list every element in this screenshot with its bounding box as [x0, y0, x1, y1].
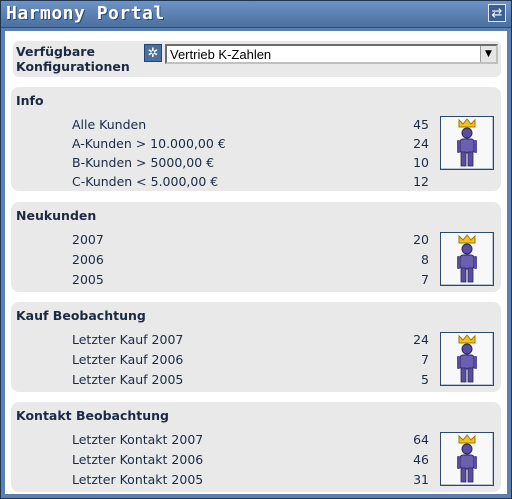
content-area: Verfügbare Konfigurationen ✲ Vertrieb K-… — [5, 31, 507, 494]
configuration-bar: Verfügbare Konfigurationen ✲ Vertrieb K-… — [13, 41, 501, 77]
list-item: Letzter Kauf 2007 24 — [11, 331, 501, 350]
list-item: 2007 20 — [11, 231, 501, 250]
list-item: Letzter Kauf 2006 7 — [11, 351, 501, 370]
panel-title: Info — [16, 93, 44, 108]
gear-icon[interactable]: ✲ — [144, 44, 162, 62]
list-item: Letzter Kontakt 2006 46 — [11, 451, 501, 470]
row-value: 8 — [421, 252, 429, 267]
panel-neukunden: Neukunden 2007 20 2006 8 2005 7 — [11, 202, 501, 292]
harmony-portal-window: Harmony Portal ⇄ Verfügbare Konfiguratio… — [0, 0, 512, 499]
row-label: Letzter Kauf 2005 — [72, 372, 184, 387]
list-item: Alle Kunden 45 — [11, 116, 501, 135]
row-label: C-Kunden < 5.000,00 € — [72, 174, 219, 189]
list-item: C-Kunden < 5.000,00 € 12 — [11, 173, 501, 192]
row-value: 24 — [413, 332, 429, 347]
list-item: Letzter Kauf 2005 5 — [11, 371, 501, 390]
user-button[interactable] — [440, 116, 494, 170]
list-item: 2006 8 — [11, 251, 501, 270]
panel-title: Kauf Beobachtung — [16, 308, 146, 323]
row-label: Letzter Kontakt 2005 — [72, 472, 204, 487]
row-label: Letzter Kontakt 2007 — [72, 432, 204, 447]
panel-title: Neukunden — [16, 208, 97, 223]
row-value: 24 — [413, 136, 429, 151]
crowned-user-icon — [457, 434, 477, 483]
crowned-user-icon — [457, 334, 477, 383]
panel-kontakt-beobachtung: Kontakt Beobachtung Letzter Kontakt 2007… — [11, 402, 501, 492]
row-label: B-Kunden > 5000,00 € — [72, 155, 215, 170]
row-label: 2006 — [72, 252, 104, 267]
configuration-selected-value: Vertrieb K-Zahlen — [170, 47, 272, 62]
row-label: 2005 — [72, 272, 104, 287]
list-item: 2005 7 — [11, 271, 501, 290]
row-value: 12 — [413, 174, 429, 189]
configuration-label-line1: Verfügbare — [16, 44, 95, 59]
panel-info: Info Alle Kunden 45 A-Kunden > 10.000,00… — [11, 87, 501, 191]
list-item: B-Kunden > 5000,00 € 10 — [11, 154, 501, 173]
row-label: Alle Kunden — [72, 117, 147, 132]
user-button[interactable] — [440, 432, 494, 486]
panel-title: Kontakt Beobachtung — [16, 408, 170, 423]
row-value: 5 — [421, 372, 429, 387]
row-label: 2007 — [72, 232, 104, 247]
row-value: 64 — [413, 432, 429, 447]
user-button[interactable] — [440, 232, 494, 286]
row-value: 10 — [413, 155, 429, 170]
row-value: 7 — [421, 272, 429, 287]
row-value: 45 — [413, 117, 429, 132]
list-item: Letzter Kontakt 2007 64 — [11, 431, 501, 450]
row-label: Letzter Kauf 2007 — [72, 332, 184, 347]
list-item: Letzter Kontakt 2005 31 — [11, 471, 501, 490]
crowned-user-icon — [457, 118, 477, 167]
row-label: Letzter Kontakt 2006 — [72, 452, 204, 467]
configuration-label-line2: Konfigurationen — [16, 59, 130, 74]
chevron-down-icon[interactable]: ▼ — [480, 46, 496, 62]
window-title: Harmony Portal — [6, 3, 165, 24]
row-label: Letzter Kauf 2006 — [72, 352, 184, 367]
configuration-select[interactable]: Vertrieb K-Zahlen ▼ — [165, 44, 498, 64]
user-button[interactable] — [440, 332, 494, 386]
refresh-icon[interactable]: ⇄ — [488, 4, 506, 22]
list-item: A-Kunden > 10.000,00 € 24 — [11, 135, 501, 154]
row-value: 31 — [413, 472, 429, 487]
row-value: 20 — [413, 232, 429, 247]
configuration-label: Verfügbare Konfigurationen — [16, 44, 130, 74]
row-value: 7 — [421, 352, 429, 367]
title-bar: Harmony Portal ⇄ — [1, 1, 511, 28]
row-value: 46 — [413, 452, 429, 467]
crowned-user-icon — [457, 234, 477, 283]
panel-kauf-beobachtung: Kauf Beobachtung Letzter Kauf 2007 24 Le… — [11, 302, 501, 392]
row-label: A-Kunden > 10.000,00 € — [72, 136, 226, 151]
